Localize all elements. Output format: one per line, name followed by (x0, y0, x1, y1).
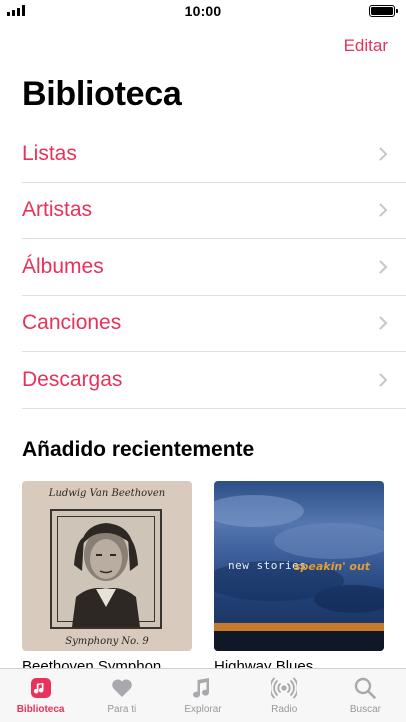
edit-button[interactable]: Editar (344, 36, 388, 56)
tab-label: Buscar (349, 704, 381, 715)
tab-biblioteca[interactable]: Biblioteca (0, 669, 81, 722)
portrait-illustration (72, 523, 140, 627)
search-icon (355, 677, 377, 699)
tab-label: Radio (271, 704, 298, 715)
tab-para-ti[interactable]: Para ti (81, 669, 162, 722)
status-time: 10:00 (184, 3, 222, 19)
cloud-texture (214, 495, 384, 613)
battery-icon (369, 5, 398, 17)
library-item-label: Álbumes (22, 254, 104, 278)
radio-icon (271, 677, 298, 699)
chevron-right-icon (379, 203, 387, 217)
heart-icon (112, 679, 132, 697)
album-cover: new stories speakin' out (214, 481, 384, 651)
cover-text-secondary: speakin' out (294, 560, 371, 573)
tab-label: Para ti (107, 704, 137, 715)
tab-bar: Biblioteca Para ti Explorar Radio Buscar (0, 668, 406, 722)
library-item-albumes[interactable]: Álbumes (22, 239, 406, 296)
library-item-label: Listas (22, 141, 77, 165)
cover-top-text: Ludwig Van Beethoven (48, 488, 166, 499)
album-cover: Ludwig Van Beethoven Symphony No. 9 (22, 481, 192, 651)
library-icon (30, 678, 51, 698)
cover-bottom-text: Symphony No. 9 (65, 636, 149, 647)
recently-added-title: Añadido recientemente (22, 438, 255, 461)
tab-buscar[interactable]: Buscar (325, 669, 406, 722)
library-item-canciones[interactable]: Canciones (22, 296, 406, 352)
album-card-highway-blues[interactable]: new stories speakin' out Highway Blues (214, 481, 384, 675)
music-note-icon (193, 678, 210, 698)
page-title: Biblioteca (22, 75, 182, 113)
chevron-right-icon (379, 260, 387, 274)
library-item-artistas[interactable]: Artistas (22, 183, 406, 239)
chevron-right-icon (379, 316, 387, 330)
tab-radio[interactable]: Radio (244, 669, 325, 722)
chevron-right-icon (379, 147, 387, 161)
tab-explorar[interactable]: Explorar (162, 669, 243, 722)
album-card-beethoven[interactable]: Ludwig Van Beethoven Symphony No. 9 Beet… (22, 481, 192, 675)
tab-label: Biblioteca (16, 704, 65, 715)
status-bar: 10:00 (0, 0, 406, 22)
library-item-listas[interactable]: Listas (22, 126, 406, 183)
library-item-label: Canciones (22, 311, 122, 335)
library-list: Listas Artistas Álbumes Canciones Descar… (22, 126, 406, 409)
tab-label: Explorar (184, 704, 222, 715)
chevron-right-icon (379, 373, 387, 387)
library-item-descargas[interactable]: Descargas (22, 352, 406, 409)
library-item-label: Descargas (22, 367, 123, 391)
library-item-label: Artistas (22, 198, 93, 222)
portrait-frame (50, 509, 162, 629)
